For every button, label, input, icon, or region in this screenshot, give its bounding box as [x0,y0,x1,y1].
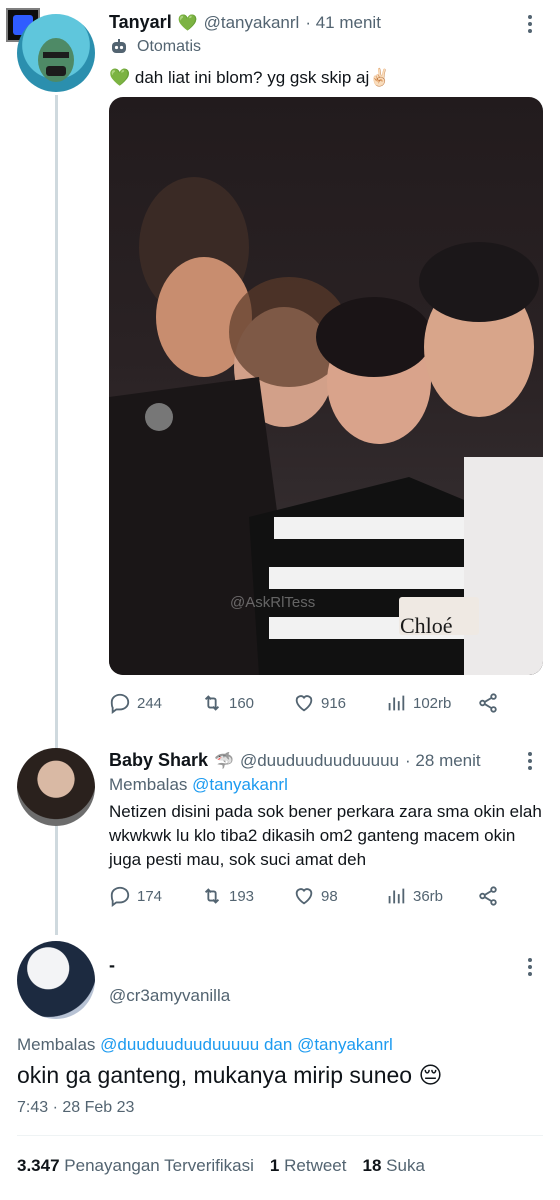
automated-label: Otomatis [137,38,202,55]
heart-icon [295,888,313,905]
display-name[interactable]: Tanyarl [109,12,172,33]
retweet-icon [204,695,220,711]
retweet-stat-label: Retweet [284,1156,347,1175]
timestamp[interactable]: · 28 menit [405,751,481,771]
reply-button[interactable]: 174 [109,885,201,907]
robot-icon [112,39,126,53]
reply-mention[interactable]: @duuduuduuduuuuu [100,1035,259,1054]
like-count: 98 [321,887,338,905]
retweet-button[interactable]: 193 [201,885,293,907]
avatar[interactable] [17,941,95,1019]
more-options-icon[interactable] [520,955,540,979]
reply-context: Membalas @duuduuduuduuuuu dan @tanyakanr… [17,1035,393,1055]
divider [17,1135,543,1136]
retweet-stat[interactable]: 1 Retweet [270,1156,347,1176]
like-stat-label: Suka [386,1156,425,1175]
like-stat-count: 18 [362,1156,382,1175]
views-stat-count: 3.347 [17,1156,60,1175]
display-name[interactable]: Baby Shark [109,750,208,771]
tweet-stats: 3.347 Penayangan Terverifikasi 1 Retweet… [17,1156,425,1176]
reply-prefix: Membalas [109,775,188,794]
like-stat[interactable]: 18 Suka [363,1156,425,1176]
tweet-text: Netizen disini pada sok bener perkara za… [109,802,542,869]
shirt-logo-text: Chloé [400,613,453,638]
avatar[interactable] [17,748,95,826]
reply-icon [110,693,130,714]
retweet-count: 193 [229,887,255,905]
timestamp[interactable]: 7:43 · 28 Feb 23 [17,1099,134,1117]
views-icon [388,888,405,904]
retweet-button[interactable]: 160 [201,692,293,714]
heart-icon [295,695,313,712]
handle[interactable]: @tanyakanrl [204,13,300,33]
retweet-icon [204,888,220,904]
reply-icon [110,886,130,907]
image-watermark: @AskRlTess [230,594,316,611]
timestamp[interactable]: · 41 menit [305,13,381,33]
reply-context: Membalas @tanyakanrl [109,775,288,795]
views-count: 36rb [413,887,444,905]
handle[interactable]: @cr3amyvanilla [109,986,230,1006]
like-button[interactable]: 916 [293,692,385,714]
views-button[interactable]: 102rb [385,692,477,714]
verified-heart-icon: 💚 [177,14,198,32]
views-count: 102rb [413,694,452,712]
reply-count: 174 [137,887,163,905]
handle[interactable]: @duuduuduuduuuuu [240,751,399,771]
views-icon [388,695,405,711]
more-options-icon[interactable] [520,749,540,773]
reply-mention[interactable]: @tanyakanrl [192,775,288,794]
like-button[interactable]: 98 [293,885,385,907]
reply-join: dan [263,1035,293,1054]
share-icon [479,886,497,906]
tweet-photo[interactable] [109,97,543,675]
like-count: 916 [321,694,347,712]
tweet-text: 💚 dah liat ini blom? yg gsk skip aj✌🏻 [109,68,391,87]
more-options-icon[interactable] [520,12,540,36]
tweet2-actions: 174 193 98 36rb [109,885,543,907]
views-button[interactable]: 36rb [385,885,477,907]
share-button[interactable] [477,885,499,907]
share-icon [479,693,497,713]
display-name[interactable]: - [109,955,115,976]
share-button[interactable] [477,692,499,714]
tweet-text: okin ga ganteng, mukanya mirip suneo 😔 [17,1062,443,1088]
retweet-stat-count: 1 [269,1156,280,1175]
avatar[interactable] [17,14,95,92]
tweet1-header: Tanyarl 💚 @tanyakanrl · 41 menit [109,12,381,33]
reply-prefix: Membalas [17,1035,96,1054]
reply-button[interactable]: 244 [109,692,201,714]
automated-label-row: Otomatis [109,37,201,57]
retweet-count: 160 [229,694,255,712]
tweet1-actions: 244 160 916 102rb [109,692,543,714]
reply-count: 244 [137,694,163,712]
tweet2-header: Baby Shark 🦈 @duuduuduuduuuuu · 28 menit [109,750,481,771]
views-stat-label: Penayangan Terverifikasi [64,1156,254,1175]
reply-mention[interactable]: @tanyakanrl [297,1035,393,1054]
views-stat[interactable]: 3.347 Penayangan Terverifikasi [17,1156,254,1176]
shark-icon: 🦈 [214,752,234,770]
